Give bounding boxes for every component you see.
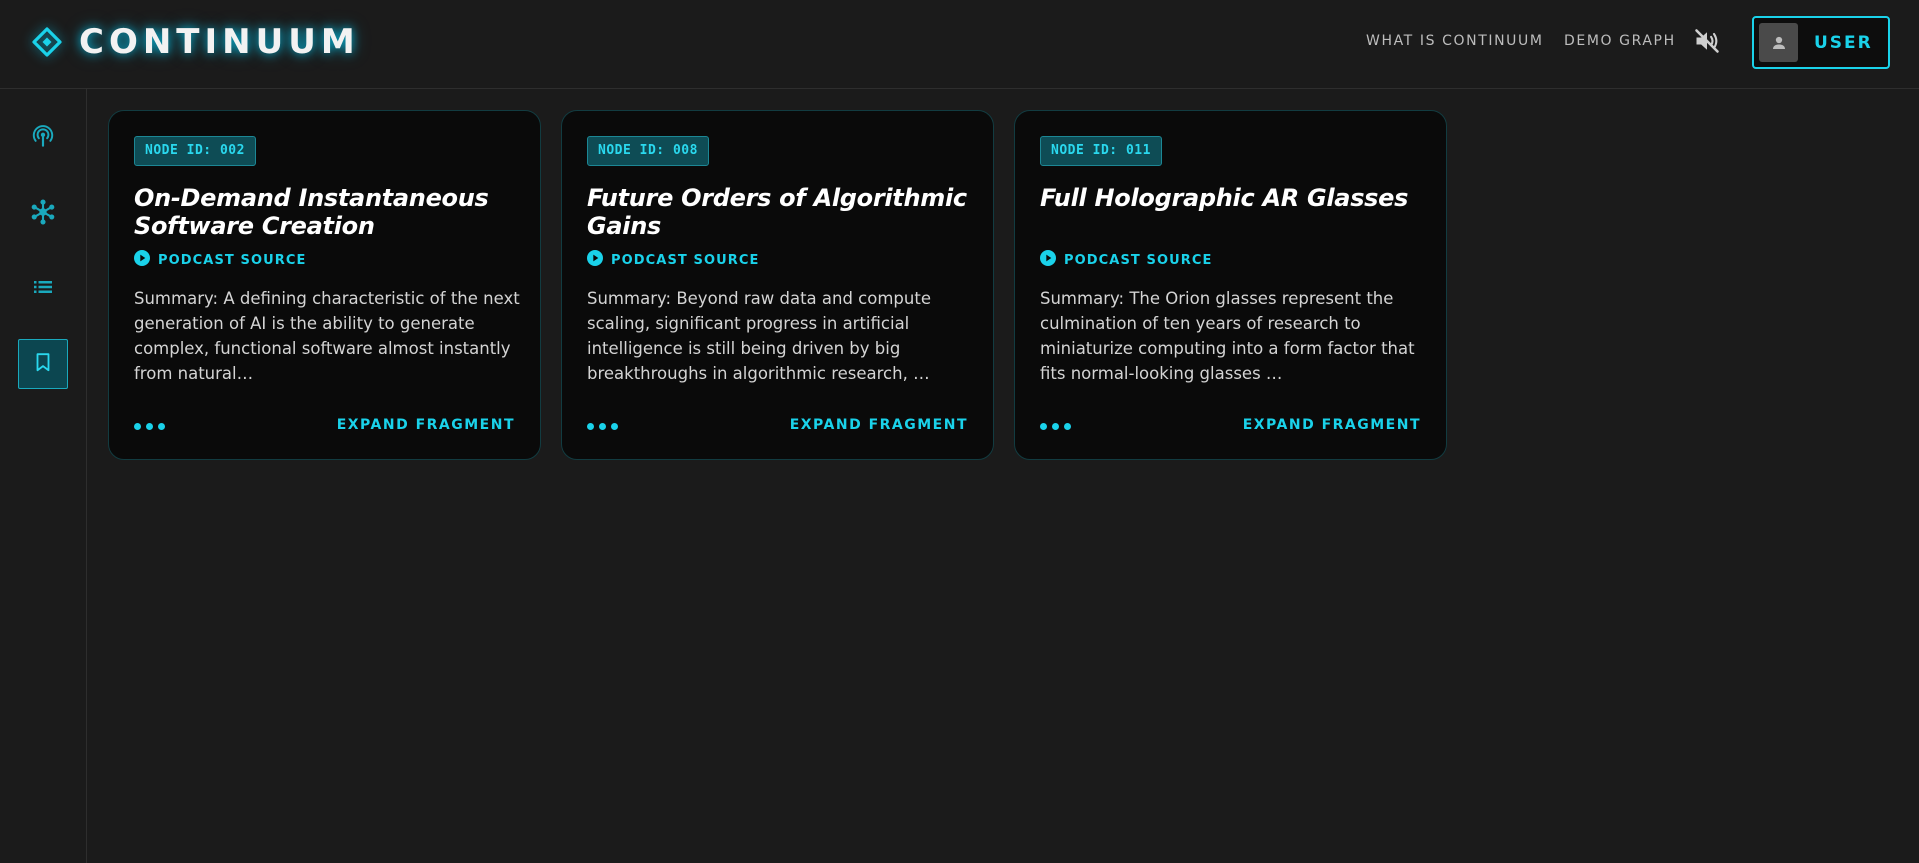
sidebar-item-graph[interactable] bbox=[18, 189, 68, 239]
card-title: Future Orders of Algorithmic Gains bbox=[587, 184, 967, 240]
sidebar-item-podcasts[interactable] bbox=[18, 114, 68, 164]
fragment-card: NODE ID: 011 Full Holographic AR Glasses… bbox=[1014, 110, 1447, 460]
mute-button[interactable] bbox=[1690, 27, 1724, 59]
play-circle-icon bbox=[587, 250, 603, 270]
user-menu-button[interactable]: USER bbox=[1752, 16, 1890, 69]
podcast-icon bbox=[30, 124, 56, 154]
card-summary: Summary: The Orion glasses represent the… bbox=[1040, 289, 1415, 383]
fragment-card: NODE ID: 008 Future Orders of Algorithmi… bbox=[561, 110, 994, 460]
sidebar-item-list[interactable] bbox=[18, 264, 68, 314]
fragment-card: NODE ID: 002 On-Demand Instantaneous Sof… bbox=[108, 110, 541, 460]
podcast-source-link[interactable]: PODCAST SOURCE bbox=[1040, 250, 1213, 270]
card-summary: Summary: A defining characteristic of th… bbox=[134, 289, 520, 383]
sidebar bbox=[0, 89, 87, 863]
podcast-source-link[interactable]: PODCAST SOURCE bbox=[134, 250, 307, 270]
expand-fragment-button[interactable]: EXPAND FRAGMENT bbox=[790, 417, 968, 433]
play-circle-icon bbox=[134, 250, 150, 270]
volume-off-icon bbox=[1693, 27, 1721, 59]
app-title: CONTINUUM bbox=[79, 22, 360, 62]
source-label: PODCAST SOURCE bbox=[158, 252, 307, 268]
top-header: CONTINUUM WHAT IS CONTINUUM DEMO GRAPH U… bbox=[0, 0, 1919, 89]
card-title: Full Holographic AR Glasses bbox=[1040, 184, 1409, 212]
source-label: PODCAST SOURCE bbox=[1064, 252, 1213, 268]
sidebar-item-bookmarks[interactable] bbox=[18, 339, 68, 389]
person-icon bbox=[1772, 36, 1785, 49]
expand-fragment-button[interactable]: EXPAND FRAGMENT bbox=[1243, 417, 1421, 433]
node-id-badge: NODE ID: 008 bbox=[587, 136, 709, 166]
graph-nodes-icon bbox=[29, 198, 57, 230]
diamond-logo-icon bbox=[31, 23, 63, 61]
bookmark-icon bbox=[32, 351, 54, 377]
expand-fragment-button[interactable]: EXPAND FRAGMENT bbox=[337, 417, 515, 433]
source-label: PODCAST SOURCE bbox=[611, 252, 760, 268]
card-summary: Summary: Beyond raw data and compute sca… bbox=[587, 289, 931, 383]
more-options-icon[interactable] bbox=[134, 423, 165, 430]
avatar bbox=[1759, 23, 1798, 62]
app-logo[interactable]: CONTINUUM bbox=[31, 23, 360, 61]
node-id-badge: NODE ID: 011 bbox=[1040, 136, 1162, 166]
podcast-source-link[interactable]: PODCAST SOURCE bbox=[587, 250, 760, 270]
user-label: USER bbox=[1814, 32, 1873, 53]
card-title: On-Demand Instantaneous Software Creatio… bbox=[134, 184, 489, 240]
nav-what-is-continuum[interactable]: WHAT IS CONTINUUM bbox=[1366, 33, 1544, 49]
nav-demo-graph[interactable]: DEMO GRAPH bbox=[1564, 33, 1676, 49]
more-options-icon[interactable] bbox=[1040, 423, 1071, 430]
list-icon bbox=[31, 275, 55, 303]
more-options-icon[interactable] bbox=[587, 423, 618, 430]
node-id-badge: NODE ID: 002 bbox=[134, 136, 256, 166]
play-circle-icon bbox=[1040, 250, 1056, 270]
